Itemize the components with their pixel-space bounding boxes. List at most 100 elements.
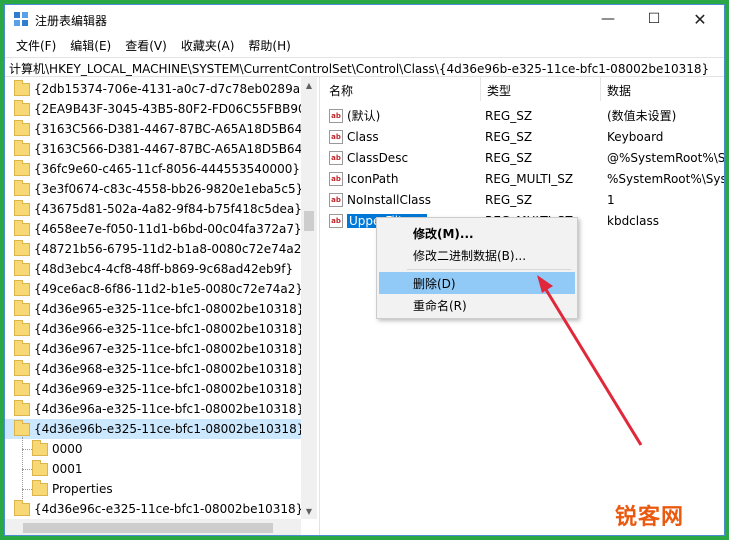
folder-icon [14,359,30,376]
scroll-up-icon[interactable]: ▲ [301,77,317,93]
folder-icon [14,399,30,416]
folder-icon [14,319,30,336]
maximize-icon: ☐ [647,11,661,27]
scroll-down-icon[interactable]: ▼ [301,503,317,519]
maximize-button[interactable]: ☐ [631,5,677,33]
string-value-icon: ab [329,129,343,144]
value-row[interactable]: ab ClassDesc REG_SZ @%SystemRoot%\S [323,147,725,168]
tree-item[interactable]: {4d36e969-e325-11ce-bfc1-08002be10318} [5,379,304,399]
tree-item[interactable]: {43675d81-502a-4a82-9f84-b75f418c5dea} [5,199,302,219]
value-row[interactable]: ab NoInstallClass REG_SZ 1 [323,189,724,210]
tree-item-label: {4d36e968-e325-11ce-bfc1-08002be10318} [34,362,305,376]
folder-icon [14,119,30,136]
regedit-window: 注册表编辑器 — ☐ ✕ 文件(F) 编辑(E) 查看(V) 收藏夹(A) 帮助… [4,4,725,536]
tree-item-label: {3e3f0674-c83c-4558-bb26-9820e1eba5c5} [34,182,304,196]
address-bar[interactable]: 计算机\HKEY_LOCAL_MACHINE\SYSTEM\CurrentCon… [5,57,724,77]
value-type: REG_SZ [485,192,533,207]
list-header: 名称 类型 数据 [323,77,724,101]
minimize-button[interactable]: — [585,5,631,33]
tree-item[interactable]: {4d36e96a-e325-11ce-bfc1-08002be10318} [5,399,305,419]
value-type: REG_SZ [485,108,533,123]
column-type[interactable]: 类型 [481,77,601,101]
tree-item-label: {4d36e96b-e325-11ce-bfc1-08002be10318} [34,422,305,436]
value-row[interactable]: ab IconPath REG_MULTI_SZ %SystemRoot%\Sys [323,168,724,189]
menu-help[interactable]: 帮助(H) [241,35,297,55]
tree-item[interactable]: {4d36e96c-e325-11ce-bfc1-08002be10318} [5,499,303,519]
tree-item-label: {4d36e965-e325-11ce-bfc1-08002be10318} [34,302,305,316]
ctx-modify[interactable]: 修改(M)... [379,222,575,244]
string-value-icon: ab [329,150,343,165]
tree-item[interactable]: {4d36e965-e325-11ce-bfc1-08002be10318} [5,299,305,319]
folder-icon [14,379,30,396]
tree-item-child[interactable]: Properties [5,479,301,499]
close-button[interactable]: ✕ [677,5,723,33]
folder-icon [14,139,30,156]
string-value-icon: ab [329,213,343,228]
tree-item[interactable]: {2EA9B43F-3045-43B5-80F2-FD06C55FBB90} [5,99,313,119]
folder-icon [14,239,30,256]
value-type: REG_SZ [485,129,533,144]
tree-item-child[interactable]: 0000 [5,439,301,459]
value-data: 1 [607,192,615,207]
value-data: @%SystemRoot%\S [607,150,725,165]
ctx-delete[interactable]: 删除(D) [379,272,575,294]
menu-file[interactable]: 文件(F) [9,35,63,55]
tree-item[interactable]: {4d36e967-e325-11ce-bfc1-08002be10318} [5,339,304,359]
tree-item[interactable]: {4d36e966-e325-11ce-bfc1-08002be10318} [5,319,305,339]
scrollbar-thumb[interactable] [304,211,314,231]
title-bar[interactable]: 注册表编辑器 — ☐ ✕ [5,5,724,33]
folder-icon [14,99,30,116]
value-name: ClassDesc [347,150,409,165]
tree-item[interactable]: {48d3ebc4-4cf8-48ff-b869-9c68ad42eb9f} [5,259,301,279]
folder-icon [14,499,30,516]
tree-item-label: {3163C566-D381-4467-87BC-A65A18D5B649} [34,142,317,156]
ctx-modify-binary[interactable]: 修改二进制数据(B)... [379,244,575,266]
value-row[interactable]: ab Class REG_SZ Keyboard [323,126,724,147]
tree-item-label: {2db15374-706e-4131-a0c7-d7c78eb0289a} [34,82,308,96]
value-row[interactable]: ab (默认) REG_SZ (数值未设置) [323,105,724,126]
tree-item-label: {2EA9B43F-3045-43B5-80F2-FD06C55FBB90} [34,102,314,116]
tree-item[interactable]: {36fc9e60-c465-11cf-8056-444553540000} [5,159,301,179]
scrollbar-thumb[interactable] [23,523,273,533]
tree-item[interactable]: {49ce6ac8-6f86-11d2-b1e5-0080c72e74a2} [5,279,304,299]
minimize-icon: — [601,11,615,27]
column-data[interactable]: 数据 [601,77,724,101]
tree-item-label: {3163C566-D381-4467-87BC-A65A18D5B648} [34,122,317,136]
menu-favorites[interactable]: 收藏夹(A) [174,35,242,55]
tree-item-label: Properties [52,482,113,496]
tree-item-label: {49ce6ac8-6f86-11d2-b1e5-0080c72e74a2} [34,282,304,296]
tree-item-label: {4d36e96a-e325-11ce-bfc1-08002be10318} [34,402,305,416]
tree-item[interactable]: {3163C566-D381-4467-87BC-A65A18D5B649} [5,139,317,159]
tree-item[interactable]: {4658ee7e-f050-11d1-b6bd-00c04fa372a7} [5,219,302,239]
watermark-logo: 锐客网 [615,505,685,530]
value-data: Keyboard [607,129,664,144]
folder-icon [14,79,30,96]
folder-icon [32,479,48,496]
folder-open-icon [14,419,30,436]
menu-edit[interactable]: 编辑(E) [63,35,118,55]
value-name: Class [347,129,379,144]
folder-icon [14,339,30,356]
tree-item-selected[interactable]: {4d36e96b-e325-11ce-bfc1-08002be10318} [5,419,305,439]
tree-item-label: {4d36e966-e325-11ce-bfc1-08002be10318} [34,322,305,336]
context-menu: 修改(M)... 修改二进制数据(B)... 删除(D) 重命名(R) [376,217,578,319]
tree-item-label: {48721b56-6795-11d2-b1a8-0080c72e74a2} [34,242,309,256]
tree-item[interactable]: {4d36e968-e325-11ce-bfc1-08002be10318} [5,359,305,379]
folder-icon [14,159,30,176]
tree-item[interactable]: {3163C566-D381-4467-87BC-A65A18D5B648} [5,119,317,139]
tree-item[interactable]: {48721b56-6795-11d2-b1a8-0080c72e74a2} [5,239,309,259]
tree-horizontal-scrollbar[interactable] [5,519,301,535]
tree-vertical-scrollbar[interactable]: ▲ ▼ [301,77,317,519]
column-name[interactable]: 名称 [323,77,481,101]
ctx-rename[interactable]: 重命名(R) [379,294,575,316]
tree-item[interactable]: {3e3f0674-c83c-4558-bb26-9820e1eba5c5} [5,179,304,199]
menu-separator [407,269,571,270]
string-value-icon: ab [329,108,343,123]
tree-item-label: {48d3ebc4-4cf8-48ff-b869-9c68ad42eb9f} [34,262,294,276]
tree-item-child[interactable]: 0001 [5,459,301,479]
folder-icon [14,259,30,276]
tree-item[interactable]: {2db15374-706e-4131-a0c7-d7c78eb0289a} [5,79,308,99]
menu-view[interactable]: 查看(V) [118,35,174,55]
value-data: (数值未设置) [607,109,677,123]
folder-icon [14,299,30,316]
